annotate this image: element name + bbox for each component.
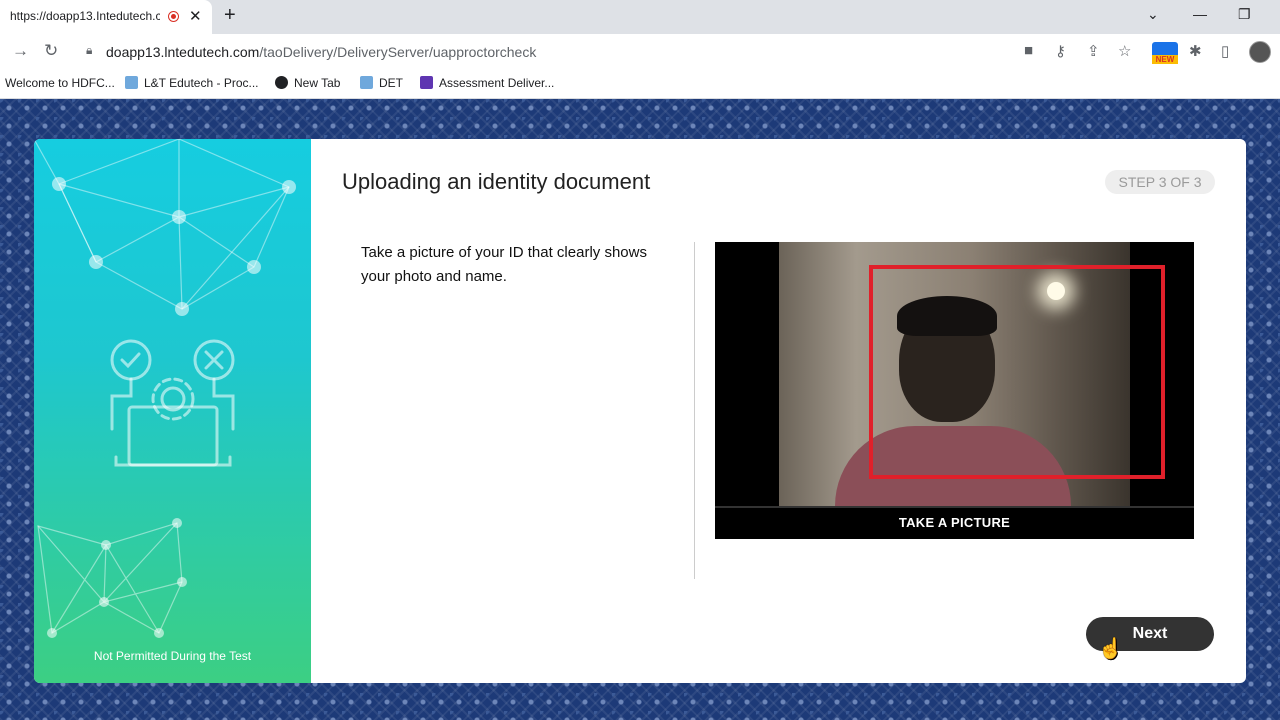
star-icon[interactable]: ☆ — [1118, 42, 1131, 60]
address-bar[interactable]: 🔒︎ doapp13.lntedutech.com/taoDelivery/De… — [74, 37, 1142, 67]
reload-icon[interactable]: ↻ — [44, 41, 58, 61]
url-text: doapp13.lntedutech.com/taoDelivery/Deliv… — [106, 44, 537, 60]
browser-tab[interactable]: https://doapp13.Intedutech.c ✕ — [0, 0, 212, 34]
tab-title: https://doapp13.Intedutech.c — [10, 9, 160, 23]
take-picture-button[interactable]: TAKE A PICTURE — [715, 506, 1194, 539]
browser-toolbar: → ↻ 🔒︎ doapp13.lntedutech.com/taoDeliver… — [0, 34, 1280, 70]
divider — [694, 242, 695, 579]
side-panel-icon[interactable]: ▯ — [1221, 42, 1229, 60]
extensions-icon[interactable]: ✱ — [1189, 42, 1202, 60]
bookmark-item[interactable]: DET — [360, 76, 403, 90]
id-capture-frame — [869, 265, 1165, 479]
profile-avatar[interactable] — [1249, 41, 1271, 63]
new-tab-button[interactable]: + — [224, 4, 236, 27]
bookmark-favicon-icon — [125, 76, 138, 89]
tab-close-icon[interactable]: ✕ — [189, 7, 202, 25]
minimize-icon[interactable]: — — [1193, 6, 1207, 22]
forms-icon — [420, 76, 433, 89]
extension-new-icon[interactable]: NEW — [1152, 42, 1178, 64]
bookmarks-bar: Welcome to HDFC... L&T Edutech - Proc...… — [0, 70, 1280, 99]
bookmark-favicon-icon — [360, 76, 373, 89]
webcam-feed — [779, 242, 1165, 506]
key-icon[interactable]: ⚷ — [1055, 42, 1066, 60]
sidebar-panel: Not Permitted During the Test — [34, 139, 311, 683]
restore-icon[interactable]: ❐ — [1238, 6, 1251, 23]
camera-preview: TAKE A PICTURE — [715, 242, 1194, 539]
tab-strip: https://doapp13.Intedutech.c ✕ + ⌄ — ❐ — [0, 0, 1280, 34]
proctor-card: Not Permitted During the Test Uploading … — [34, 139, 1246, 683]
lock-icon: 🔒︎ — [86, 43, 93, 57]
globe-icon — [275, 76, 288, 89]
recording-icon — [168, 11, 179, 22]
camera-icon[interactable]: ■ — [1024, 42, 1033, 59]
bookmark-item[interactable]: Assessment Deliver... — [420, 76, 554, 90]
step-badge: STEP 3 OF 3 — [1105, 170, 1215, 194]
page-background: Not Permitted During the Test Uploading … — [0, 99, 1280, 720]
bookmark-item[interactable]: L&T Edutech - Proc... — [125, 76, 259, 90]
page-title: Uploading an identity document — [342, 169, 651, 194]
share-icon[interactable]: ⇪ — [1087, 42, 1100, 60]
bookmark-item[interactable]: New Tab — [275, 76, 340, 90]
sidebar-note: Not Permitted During the Test — [93, 649, 252, 663]
forward-icon[interactable]: → — [12, 41, 29, 61]
instruction-text: Take a picture of your ID that clearly s… — [361, 244, 647, 285]
bookmark-item[interactable]: Welcome to HDFC... — [5, 76, 115, 90]
hand-cursor-icon: ☝ — [1098, 638, 1123, 660]
tab-search-icon[interactable]: ⌄ — [1147, 6, 1159, 23]
network-decoration — [34, 139, 296, 638]
